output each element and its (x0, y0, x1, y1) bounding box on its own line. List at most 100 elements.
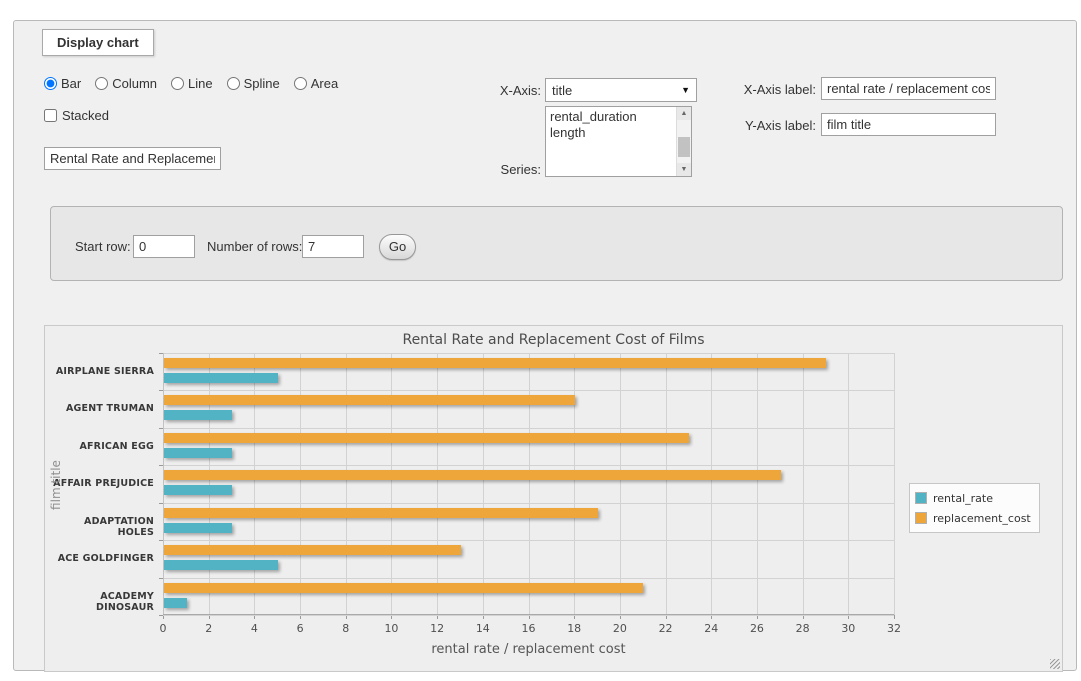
scroll-up-icon[interactable]: ▲ (677, 107, 691, 120)
x-tick-label: 20 (605, 622, 635, 635)
category-label: AGENT TRUMAN (49, 403, 154, 414)
bar-replacement_cost[interactable] (164, 545, 461, 555)
x-axis-select-label: X-Axis: (461, 83, 541, 98)
x-tick-label: 14 (468, 622, 498, 635)
bar-replacement_cost[interactable] (164, 358, 826, 368)
x-tick-label: 32 (879, 622, 909, 635)
chart-title: Rental Rate and Replacement Cost of Film… (45, 332, 1062, 348)
y-axis-label-input[interactable] (821, 113, 996, 136)
plot-area (163, 353, 894, 615)
stacked-checkbox[interactable] (44, 109, 57, 122)
chart-type-option-spline[interactable]: Spline (227, 76, 280, 91)
stacked-checkbox-row[interactable]: Stacked (44, 108, 109, 123)
chart-type-option-line[interactable]: Line (171, 76, 213, 91)
category-label: AFFAIR PREJUDICE (49, 478, 154, 489)
grid-line (163, 353, 894, 354)
grid-line (163, 428, 894, 429)
grid-line (163, 390, 894, 391)
grid-line (391, 353, 392, 615)
grid-line (300, 353, 301, 615)
x-tick-label: 0 (148, 622, 178, 635)
grid-line (483, 353, 484, 615)
x-tick-label: 28 (788, 622, 818, 635)
chart-type-radio-column[interactable] (95, 77, 108, 90)
chart-type-radio-spline[interactable] (227, 77, 240, 90)
grid-line (346, 353, 347, 615)
x-axis-title: rental rate / replacement cost (163, 642, 894, 657)
bar-rental_rate[interactable] (164, 560, 278, 570)
grid-line (894, 353, 895, 615)
grid-line (254, 353, 255, 615)
legend: rental_rate replacement_cost (909, 483, 1040, 533)
start-row-input[interactable] (133, 235, 195, 258)
x-axis-select-value: title (552, 83, 681, 98)
grid-line (163, 615, 894, 616)
x-tick-label: 6 (285, 622, 315, 635)
chart-type-label-spline: Spline (244, 76, 280, 91)
go-button[interactable]: Go (379, 234, 416, 260)
bar-replacement_cost[interactable] (164, 470, 781, 480)
x-tick-label: 24 (696, 622, 726, 635)
category-label: ACADEMY DINOSAUR (49, 591, 154, 613)
x-axis-label-input[interactable] (821, 77, 996, 100)
series-listbox[interactable]: rental_durationrental_ratelengthreplacem… (545, 106, 692, 177)
grid-line (711, 353, 712, 615)
bar-rental_rate[interactable] (164, 448, 232, 458)
series-option-length[interactable]: length (546, 125, 676, 141)
legend-swatch (915, 492, 927, 504)
bar-rental_rate[interactable] (164, 485, 232, 495)
x-tick-label: 10 (376, 622, 406, 635)
panel-title: Display chart (42, 29, 154, 56)
chart-type-label-bar: Bar (61, 76, 81, 91)
chart-container: Rental Rate and Replacement Cost of Film… (44, 325, 1063, 672)
start-row-label: Start row: (75, 239, 131, 254)
x-tick-label: 22 (651, 622, 681, 635)
grid-line (666, 353, 667, 615)
chart-type-radio-area[interactable] (294, 77, 307, 90)
x-tick-label: 4 (239, 622, 269, 635)
x-tick-label: 26 (742, 622, 772, 635)
bar-rental_rate[interactable] (164, 410, 232, 420)
chart-type-label-area: Area (311, 76, 338, 91)
x-axis-select[interactable]: title ▼ (545, 78, 697, 102)
grid-line (757, 353, 758, 615)
bar-rental_rate[interactable] (164, 373, 278, 383)
scrollbar-thumb[interactable] (678, 137, 690, 157)
bar-replacement_cost[interactable] (164, 583, 643, 593)
legend-label: replacement_cost (933, 512, 1031, 525)
axis-tick (894, 615, 895, 619)
series-label: Series: (461, 162, 541, 177)
chart-title-input[interactable] (44, 147, 221, 170)
chart-type-radio-bar[interactable] (44, 77, 57, 90)
x-axis-label-text: X-Axis label: (706, 82, 816, 97)
listbox-scrollbar[interactable]: ▲ ▼ (676, 107, 691, 176)
bar-replacement_cost[interactable] (164, 395, 575, 405)
grid-line (620, 353, 621, 615)
grid-line (209, 353, 210, 615)
chart-type-radio-line[interactable] (171, 77, 184, 90)
chart-resize-handle[interactable] (1050, 659, 1060, 669)
num-rows-label: Number of rows: (207, 239, 302, 254)
num-rows-input[interactable] (302, 235, 364, 258)
category-label: ACE GOLDFINGER (49, 553, 154, 564)
legend-swatch (915, 512, 927, 524)
chart-type-option-area[interactable]: Area (294, 76, 338, 91)
series-option-rental_duration[interactable]: rental_duration (546, 109, 676, 125)
bar-replacement_cost[interactable] (164, 508, 598, 518)
scroll-down-icon[interactable]: ▼ (677, 163, 691, 176)
x-tick-label: 8 (331, 622, 361, 635)
bar-rental_rate[interactable] (164, 523, 232, 533)
chart-type-label-line: Line (188, 76, 213, 91)
grid-line (163, 578, 894, 579)
chart-type-radiogroup: Bar Column Line Spline Area (44, 76, 338, 91)
chart-type-option-column[interactable]: Column (95, 76, 157, 91)
x-tick-label: 2 (194, 622, 224, 635)
grid-line (163, 465, 894, 466)
legend-item-rental_rate[interactable]: rental_rate (915, 488, 1031, 508)
bar-replacement_cost[interactable] (164, 433, 689, 443)
x-tick-label: 30 (833, 622, 863, 635)
chart-type-option-bar[interactable]: Bar (44, 76, 81, 91)
legend-item-replacement_cost[interactable]: replacement_cost (915, 508, 1031, 528)
bar-rental_rate[interactable] (164, 598, 187, 608)
legend-label: rental_rate (933, 492, 993, 505)
